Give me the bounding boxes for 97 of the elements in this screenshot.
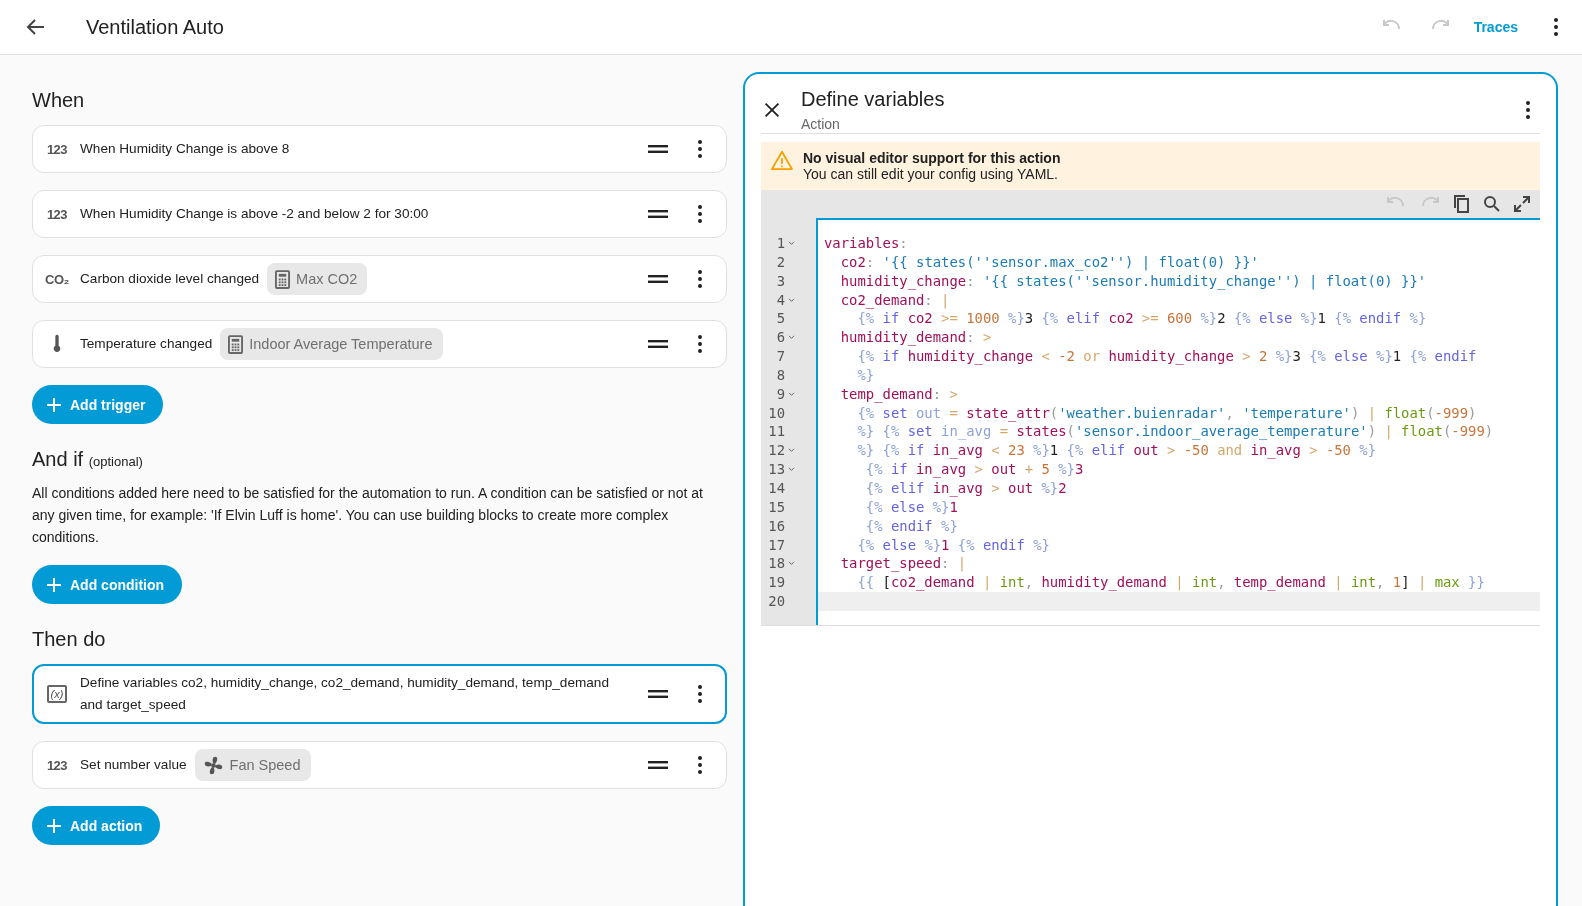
code-line: temp_demand: > — [839, 384, 959, 404]
trigger-label: When Humidity Change is above 8 — [80, 140, 290, 158]
panel-title: Define variables — [801, 87, 946, 111]
code-line: {% endif %} — [864, 516, 959, 536]
copy-icon[interactable] — [1452, 194, 1472, 214]
code-line: {% if co2 >= 1000 %}3 {% elif co2 >= 600 %}2 {% else %}1 {% endif %} — [856, 309, 1428, 329]
calculator-icon — [275, 269, 291, 289]
trigger-label: Carbon dioxide level changed — [80, 270, 260, 288]
action-card[interactable]: (x) Define variables co2, humidity_change, co2_demand, humidity_demand, temp_demand and target_speed — [32, 664, 727, 724]
code-line: {% else %}1 {% endif %} — [856, 535, 1051, 555]
fold-icon[interactable] — [788, 241, 795, 246]
line-number: 6 — [775, 328, 785, 348]
line-number: 3 — [775, 271, 785, 291]
trigger-label: When Humidity Change is above -2 and below 2 for 30:00 — [80, 205, 429, 223]
fan-icon — [202, 754, 224, 776]
line-number: 15 — [767, 497, 785, 517]
code-line: {% else %}1 — [864, 497, 959, 517]
fold-icon[interactable] — [788, 561, 795, 567]
drag-handle-icon[interactable] — [648, 761, 668, 769]
add-condition-button[interactable]: Add condition — [32, 565, 183, 604]
fold-icon[interactable] — [788, 467, 795, 473]
line-number: 4 — [775, 290, 785, 310]
plus-icon — [46, 576, 62, 593]
line-number: 1 — [775, 234, 785, 253]
trigger-label: Temperature changed — [80, 335, 213, 353]
drag-handle-icon[interactable] — [648, 145, 668, 153]
line-number: 13 — [767, 460, 785, 479]
variable-icon: (x) — [46, 685, 68, 703]
trigger-card[interactable]: 123 When Humidity Change is above -2 and below 2 for 30:00 — [32, 190, 727, 238]
line-number: 12 — [767, 441, 785, 461]
action-card[interactable]: 123 Set number value Fan Speed — [32, 741, 727, 789]
entity-chip[interactable]: Indoor Average Temperature — [220, 328, 443, 360]
code-line: humidity_demand: > — [839, 328, 993, 348]
section-heading: Then do — [32, 628, 107, 651]
line-number: 2 — [775, 252, 785, 272]
fold-icon[interactable] — [788, 448, 795, 454]
warning-title: No visual editor support for this action — [803, 150, 1061, 166]
numeric-icon: 123 — [46, 757, 68, 773]
line-number: 16 — [767, 516, 785, 536]
code-line: variables: — [823, 234, 909, 253]
line-number: 10 — [767, 403, 785, 423]
fullscreen-icon[interactable] — [1512, 194, 1532, 214]
traces-link[interactable]: Traces — [1473, 19, 1518, 35]
line-number: 19 — [767, 573, 785, 593]
line-number: 8 — [775, 365, 785, 385]
page-title: Ventilation Auto — [86, 15, 225, 39]
add-trigger-button[interactable]: Add trigger — [32, 385, 164, 424]
numeric-icon: 123 — [46, 206, 68, 222]
code-line: %} {% if in_avg < 23 %}1 {% elif out > -50 and in_avg > -50 %} — [856, 441, 1378, 461]
section-heading: And if — [32, 448, 84, 470]
entity-chip[interactable]: Fan Speed — [194, 749, 311, 781]
code-line: humidity_change: '{{ states(''sensor.humidity_change'') | float(0) }}' — [839, 271, 1428, 291]
line-number: 20 — [767, 592, 785, 611]
warning-text: You can still edit your config using YAML. — [803, 166, 1058, 182]
thermometer-icon — [52, 334, 62, 354]
fold-icon[interactable] — [788, 335, 795, 341]
code-line: {% if in_avg > out + 5 %}3 — [864, 460, 1085, 479]
calculator-icon — [228, 334, 244, 354]
code-line: %} — [856, 365, 876, 385]
plus-icon — [46, 817, 62, 834]
code-line: co2: '{{ states(''sensor.max_co2'') | float(0) }}' — [839, 252, 1260, 272]
code-line: co2_demand: | — [839, 290, 951, 310]
line-number: 18 — [767, 554, 785, 574]
drag-handle-icon[interactable] — [648, 690, 668, 698]
molecule-icon: CO₂ — [45, 271, 69, 287]
optional-note: (optional) — [88, 454, 143, 469]
warning-icon — [771, 150, 793, 170]
code-line: {% if humidity_change < -2 or humidity_change > 2 %}3 {% else %}1 {% endif — [856, 347, 1478, 366]
drag-handle-icon[interactable] — [648, 340, 668, 348]
panel-subtitle: Action — [801, 115, 841, 132]
line-number: 17 — [767, 535, 785, 555]
trigger-card[interactable]: 123 When Humidity Change is above 8 — [32, 125, 727, 173]
fold-icon[interactable] — [788, 391, 795, 397]
code-line: {{ [co2_demand | int, humidity_demand | int, temp_demand | int, 1] | max }} — [856, 573, 1486, 593]
trigger-card[interactable]: Temperature changed Indoor Average Temperature — [32, 320, 727, 368]
code-line: target_speed: | — [839, 554, 968, 574]
drag-handle-icon[interactable] — [648, 210, 668, 218]
entity-chip[interactable]: Max CO2 — [267, 263, 368, 295]
action-label: Define variables co2, humidity_change, co2_demand, humidity_demand, temp_demand and target_speed — [80, 674, 610, 714]
conditions-description: All conditions added here need to be satisfied for the automation to run. A condition can be satisfied or not at any given time, for example: 'If Elvin Luff is home'. You can use building blocks to create more complex conditions. — [32, 484, 704, 547]
add-action-button[interactable]: Add action — [32, 806, 161, 845]
search-replace-icon[interactable] — [1482, 194, 1502, 214]
line-number: 9 — [775, 384, 785, 404]
code-line: {% elif in_avg > out %}2 — [864, 478, 1068, 498]
action-label: Set number value — [80, 756, 187, 774]
line-number: 7 — [775, 347, 785, 366]
fold-icon[interactable] — [788, 297, 795, 303]
drag-handle-icon[interactable] — [648, 275, 668, 283]
line-number: 11 — [767, 422, 785, 442]
section-heading: When — [32, 89, 86, 112]
code-line: %} {% set in_avg = states('sensor.indoor_average_temperature') | float(-999) — [856, 422, 1495, 442]
trigger-card[interactable]: CO₂ Carbon dioxide level changed Max CO2 — [32, 255, 727, 303]
line-number: 5 — [775, 309, 785, 329]
numeric-icon: 123 — [46, 141, 68, 157]
line-number: 14 — [767, 478, 785, 498]
code-line: {% set out = state_attr('weather.buienradar', 'temperature') | float(-999) — [856, 403, 1478, 423]
plus-icon — [46, 396, 62, 413]
